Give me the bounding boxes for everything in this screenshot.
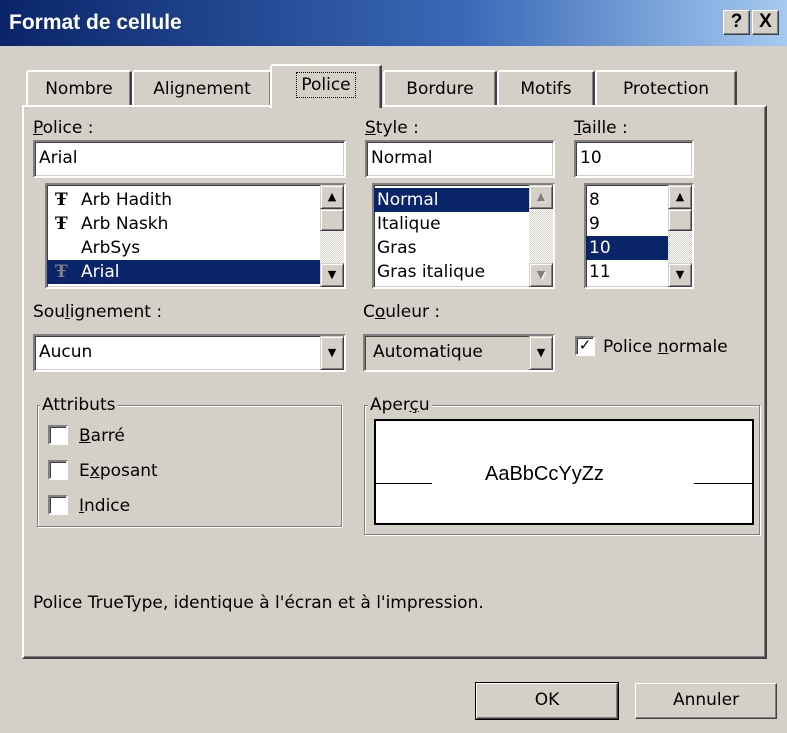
normal-font-checkbox[interactable]: ✓ [575, 336, 595, 356]
font-label: Police : [33, 118, 94, 138]
tab-label: Protection [622, 79, 709, 99]
preview-legend: Aperçu [368, 395, 432, 415]
scroll-thumb[interactable] [320, 209, 344, 231]
title-bar[interactable]: Format de cellule ? X [0, 0, 787, 46]
color-select[interactable]: Automatique ▼ [363, 334, 555, 372]
style-list-item-selected[interactable]: Normal [374, 188, 529, 212]
subscript-label: Indice [79, 496, 131, 516]
arrow-up-icon[interactable]: ▲ [668, 185, 692, 209]
font-list-item-selected[interactable]: Ŧ Arial [47, 260, 320, 284]
ok-button[interactable]: OK [475, 682, 619, 720]
tab-nombre[interactable]: Nombre [26, 70, 132, 106]
font-description: Police TrueType, identique à l'écran et … [33, 593, 484, 613]
arrow-down-icon[interactable]: ▼ [320, 263, 344, 287]
color-value: Automatique [373, 342, 483, 362]
style-label: Style : [365, 118, 419, 138]
font-list-scrollbar[interactable]: ▲ ▼ [320, 185, 344, 287]
baseline-right [694, 483, 752, 484]
font-item-label: Arb Hadith [81, 190, 172, 210]
size-list-item-selected[interactable]: 10 [586, 236, 668, 260]
font-list[interactable]: Ŧ Arb Hadith Ŧ Arb Naskh ArbSys Ŧ Arial … [45, 183, 346, 289]
preview-box: AaBbCcYyZz [374, 419, 754, 525]
cancel-button[interactable]: Annuler [635, 683, 777, 719]
help-button[interactable]: ? [723, 10, 750, 35]
font-list-item[interactable]: Ŧ Arb Hadith [47, 188, 344, 212]
style-list-item[interactable]: Gras [374, 236, 553, 260]
tab-protection[interactable]: Protection [595, 70, 737, 106]
tab-label: Motifs [520, 79, 572, 99]
superscript-checkbox[interactable] [48, 460, 68, 480]
arrow-up-icon[interactable]: ▲ [529, 185, 553, 209]
style-list-item[interactable]: Gras italique [374, 260, 553, 284]
arrow-down-icon[interactable]: ▼ [668, 263, 692, 287]
font-input[interactable]: Arial [33, 140, 346, 178]
font-list-item[interactable]: ArbSys [47, 236, 344, 260]
tab-label: Bordure [406, 79, 474, 99]
truetype-font-icon: Ŧ [55, 262, 68, 282]
preview-sample: AaBbCcYyZz [485, 463, 604, 485]
checkmark-icon: ✓ [578, 336, 592, 354]
style-list[interactable]: Normal Italique Gras Gras italique ▲ ▼ [372, 183, 555, 289]
baseline-left [376, 483, 432, 484]
style-input[interactable]: Normal [365, 140, 555, 178]
attributes-legend: Attributs [40, 395, 118, 415]
style-list-scrollbar[interactable]: ▲ ▼ [529, 185, 553, 287]
strikethrough-label: Barré [79, 426, 125, 446]
tab-motifs[interactable]: Motifs [497, 70, 595, 106]
size-list-scrollbar[interactable]: ▲ ▼ [668, 185, 692, 287]
tab-alignement[interactable]: Alignement [132, 70, 272, 106]
underline-label: Soulignement : [33, 302, 163, 322]
arrow-down-icon[interactable]: ▼ [529, 263, 553, 287]
font-item-label: Arb Naskh [81, 214, 169, 234]
scroll-thumb[interactable] [668, 209, 692, 231]
window-title: Format de cellule [9, 11, 182, 34]
font-item-label: ArbSys [81, 238, 141, 258]
size-input[interactable]: 10 [574, 140, 694, 178]
truetype-font-icon: Ŧ [55, 190, 68, 210]
close-button[interactable]: X [752, 10, 779, 35]
size-list[interactable]: 8 9 10 11 ▲ ▼ [584, 183, 694, 289]
tab-label: Nombre [45, 79, 113, 99]
chevron-down-icon[interactable]: ▼ [529, 336, 553, 370]
underline-select[interactable]: Aucun ▼ [33, 334, 346, 372]
tab-police[interactable]: Police [270, 64, 382, 108]
tab-label: Police [296, 72, 356, 98]
arrow-up-icon[interactable]: ▲ [320, 185, 344, 209]
style-list-item[interactable]: Italique [374, 212, 553, 236]
font-item-label: Arial [81, 262, 120, 282]
strikethrough-checkbox[interactable] [48, 425, 68, 445]
size-label: Taille : [574, 118, 628, 138]
chevron-down-icon[interactable]: ▼ [320, 336, 344, 370]
superscript-label: Exposant [79, 461, 158, 481]
tab-label: Alignement [153, 79, 251, 99]
subscript-checkbox[interactable] [48, 495, 68, 515]
font-list-item[interactable]: Ŧ Arb Naskh [47, 212, 344, 236]
underline-value: Aucun [39, 342, 93, 362]
normal-font-label: Police normale [603, 337, 728, 357]
tab-bordure[interactable]: Bordure [383, 70, 497, 106]
truetype-font-icon: Ŧ [55, 214, 68, 234]
color-label: Couleur : [363, 302, 441, 322]
